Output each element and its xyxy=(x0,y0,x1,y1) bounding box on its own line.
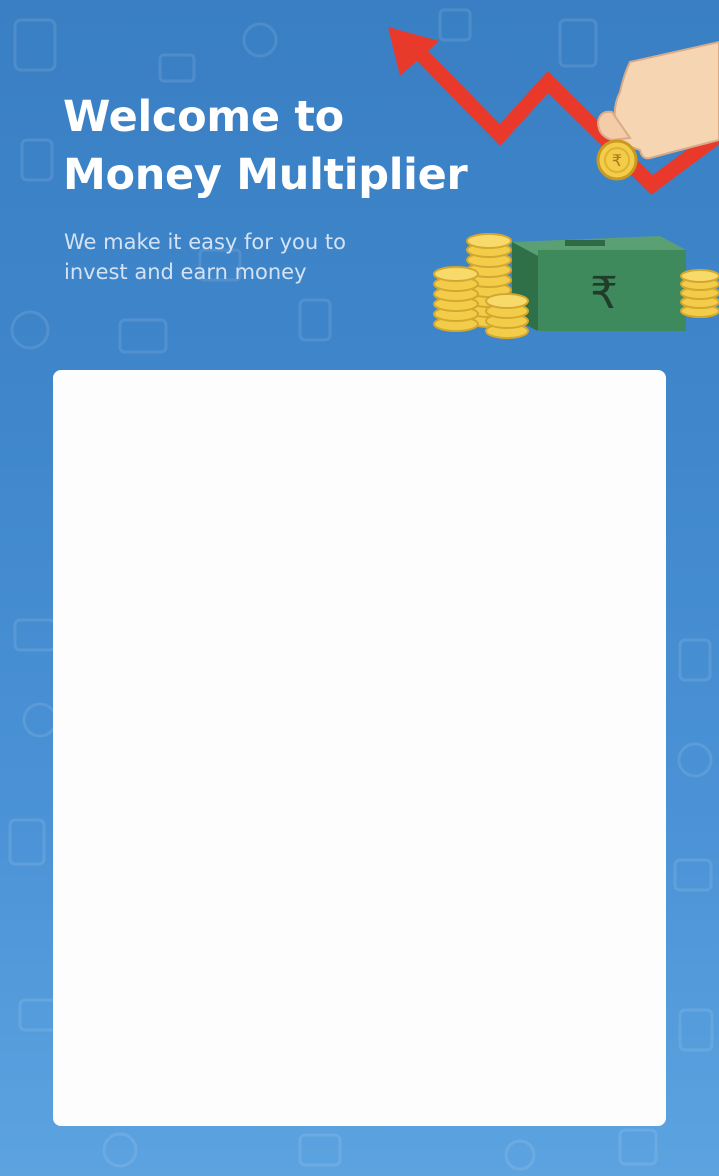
svg-text:₹: ₹ xyxy=(612,151,622,170)
rupee-coin-icon: ₹ xyxy=(596,139,638,181)
rupee-cash-box-icon: ₹ xyxy=(512,236,686,331)
subtitle-line-2: invest and earn money xyxy=(64,260,307,284)
page-subtitle: We make it easy for you to invest and ea… xyxy=(64,227,404,287)
welcome-screen: Welcome to Money Multiplier We make it e… xyxy=(0,0,719,1176)
svg-text:₹: ₹ xyxy=(590,268,618,319)
content-card xyxy=(53,370,666,1126)
subtitle-line-1: We make it easy for you to xyxy=(64,230,346,254)
hero-illustration: ₹ ₹ xyxy=(388,27,719,339)
